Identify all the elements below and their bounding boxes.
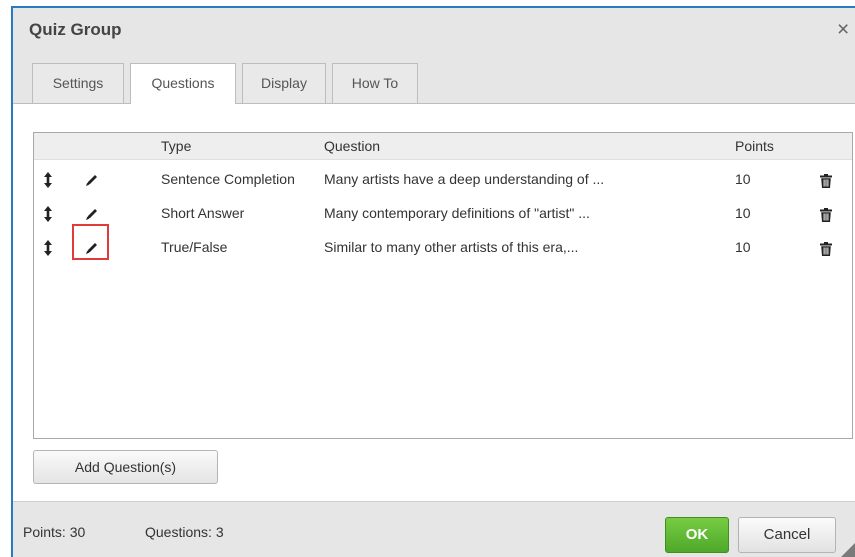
question-points: 10 [735, 171, 751, 187]
add-questions-button[interactable]: Add Question(s) [33, 450, 218, 484]
points-total: Points: 30 [23, 524, 86, 540]
question-text: Many artists have a deep understanding o… [324, 171, 605, 187]
cancel-button[interactable]: Cancel [738, 517, 836, 553]
ok-button[interactable]: OK [665, 517, 729, 553]
table-row[interactable]: Short Answer Many contemporary definitio… [34, 197, 852, 231]
grid-header: Type Question Points [34, 133, 852, 160]
question-type: Sentence Completion [161, 171, 295, 187]
tab-questions[interactable]: Questions [130, 63, 236, 104]
tab-bar: Settings Questions Display How To [13, 53, 855, 104]
drag-handle-icon[interactable] [43, 240, 53, 256]
column-header-points[interactable]: Points [735, 138, 774, 154]
question-text: Similar to many other artists of this er… [324, 239, 579, 255]
resize-grip-icon[interactable] [841, 543, 855, 557]
close-icon[interactable]: × [837, 19, 855, 41]
dialog-titlebar[interactable]: Quiz Group × [13, 8, 855, 54]
questions-count: Questions: 3 [145, 524, 224, 540]
dialog-footer: Points: 30 Questions: 3 OK Cancel [13, 501, 855, 557]
edit-highlight-box [72, 224, 109, 260]
question-type: Short Answer [161, 205, 245, 221]
column-header-question[interactable]: Question [324, 138, 380, 154]
trash-icon[interactable] [820, 174, 832, 188]
question-points: 10 [735, 205, 751, 221]
tab-display[interactable]: Display [242, 63, 326, 103]
question-text: Many contemporary definitions of "artist… [324, 205, 590, 221]
question-points: 10 [735, 239, 751, 255]
table-row[interactable]: Sentence Completion Many artists have a … [34, 163, 852, 197]
questions-grid: Type Question Points Sentence Completion… [33, 132, 853, 439]
dialog-title: Quiz Group [29, 20, 122, 39]
table-row[interactable]: True/False Similar to many other artists… [34, 231, 852, 265]
trash-icon[interactable] [820, 242, 832, 256]
quiz-group-dialog: Quiz Group × Settings Questions Display … [11, 6, 855, 557]
pencil-icon[interactable] [85, 207, 99, 221]
tab-settings[interactable]: Settings [32, 63, 124, 103]
drag-handle-icon[interactable] [43, 172, 53, 188]
column-header-type[interactable]: Type [161, 138, 191, 154]
drag-handle-icon[interactable] [43, 206, 53, 222]
pencil-icon[interactable] [85, 173, 99, 187]
tab-how-to[interactable]: How To [332, 63, 418, 103]
question-type: True/False [161, 239, 228, 255]
trash-icon[interactable] [820, 208, 832, 222]
